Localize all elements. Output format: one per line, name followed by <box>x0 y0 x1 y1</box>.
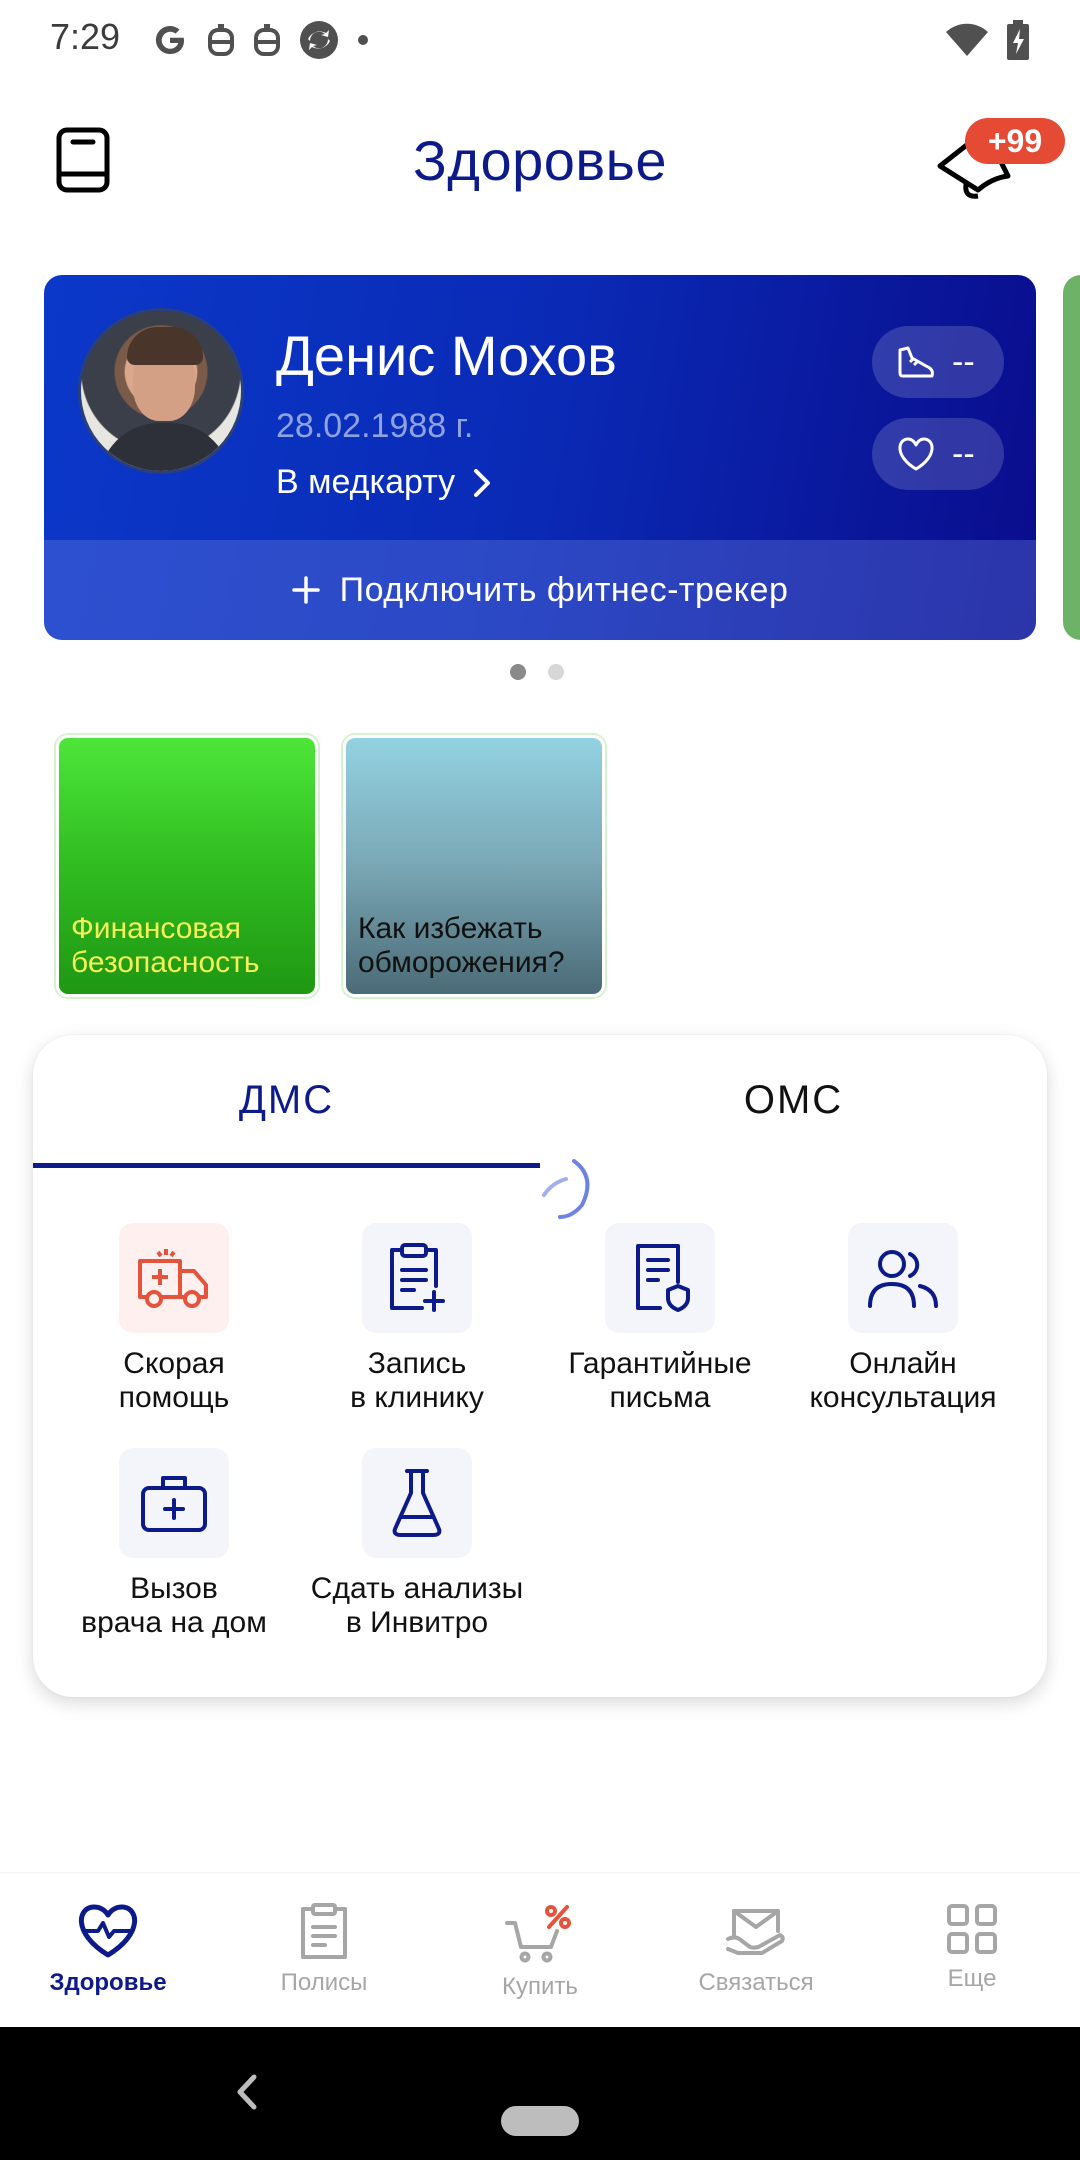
robot-icon <box>254 24 280 56</box>
avatar-hair <box>127 327 203 365</box>
nav-label: Здоровье <box>49 1969 167 1996</box>
avatar-body <box>99 423 231 471</box>
story-card-finance[interactable]: Финансовая безопасность <box>56 735 318 997</box>
robot-icon <box>208 24 234 56</box>
active-tab-indicator <box>33 1163 540 1168</box>
nav-health[interactable]: Здоровье <box>0 1873 216 2028</box>
flask-icon <box>392 1469 442 1537</box>
nav-contact[interactable]: Связаться <box>648 1873 864 2028</box>
service-home-doctor[interactable]: Вызов врача на дом <box>54 1448 294 1640</box>
medcard-link[interactable]: В медкарту <box>276 463 491 502</box>
status-notification-icons <box>150 16 370 64</box>
medical-bag-icon <box>141 1476 207 1532</box>
back-icon[interactable] <box>226 2067 266 2117</box>
service-icon-tile <box>119 1223 229 1333</box>
nav-policies[interactable]: Полисы <box>216 1873 432 2028</box>
user-birth-date: 28.02.1988 г. <box>276 407 474 445</box>
document-shield-icon <box>636 1244 690 1312</box>
plus-icon <box>291 576 320 604</box>
notification-badge: +99 <box>965 118 1065 164</box>
service-invitro-tests[interactable]: Сдать анализы в Инвитро <box>297 1448 537 1640</box>
nav-label: Еще <box>947 1965 997 1992</box>
google-icon <box>155 26 184 55</box>
service-icon-tile <box>119 1448 229 1558</box>
system-nav-bar <box>0 2027 1080 2160</box>
ambulance-icon <box>138 1249 208 1308</box>
grid-icon <box>947 1904 997 1954</box>
next-card-peek[interactable] <box>1063 275 1080 640</box>
status-system-icons <box>946 16 1030 64</box>
service-icon-tile <box>605 1223 715 1333</box>
heart-pulse-icon <box>79 1904 137 1958</box>
tab-dms[interactable]: ДМС <box>33 1035 540 1165</box>
service-label: Гарантийные письма <box>568 1347 752 1414</box>
dot-icon <box>358 35 368 45</box>
cart-percent-icon <box>505 1905 571 1963</box>
heart-value: -- <box>952 434 975 473</box>
users-icon <box>868 1250 938 1308</box>
profile-card[interactable]: Денис Мохов 28.02.1988 г. В медкарту -- … <box>44 275 1036 640</box>
service-icon-tile <box>362 1223 472 1333</box>
card-pager <box>510 664 564 680</box>
clipboard-icon <box>301 1903 347 1959</box>
shoe-icon <box>898 346 934 378</box>
loading-spinner-icon <box>542 1159 590 1219</box>
service-label: Сдать анализы в Инвитро <box>310 1572 524 1639</box>
heart-icon <box>898 437 934 471</box>
heart-metric[interactable]: -- <box>872 418 1004 490</box>
chevron-right-icon <box>474 468 491 497</box>
nav-label: Полисы <box>280 1969 368 1996</box>
mail-hand-icon <box>726 1909 785 1955</box>
service-guarantee-letters[interactable]: Гарантийные письма <box>540 1223 780 1415</box>
bottom-nav: Здоровье Полисы Купить Связаться Еще <box>0 1872 1080 2027</box>
services-panel: ДМС ОМС Скорая помощь Запись в клинику Г… <box>33 1035 1047 1697</box>
pager-dot <box>510 664 526 680</box>
page-title: Здоровье <box>412 129 667 192</box>
service-label: Запись в клинику <box>350 1347 484 1414</box>
service-icon-tile <box>848 1223 958 1333</box>
status-bar: 7:29 <box>0 0 1080 80</box>
connect-tracker-button[interactable]: Подключить фитнес-трекер <box>44 540 1036 640</box>
nav-more[interactable]: Еще <box>864 1873 1080 2028</box>
nav-label: Связаться <box>698 1969 814 1996</box>
steps-value: -- <box>952 342 975 381</box>
pager-dot <box>548 664 564 680</box>
tab-oms[interactable]: ОМС <box>540 1035 1047 1165</box>
story-label: Как избежать обморожения? <box>358 912 565 979</box>
clipboard-plus-icon <box>390 1243 445 1312</box>
connect-tracker-label: Подключить фитнес-трекер <box>339 570 789 609</box>
story-card-frostbite[interactable]: Как избежать обморожения? <box>343 735 605 997</box>
user-name: Денис Мохов <box>276 324 617 387</box>
service-online-consultation[interactable]: Онлайн консультация <box>783 1223 1023 1415</box>
service-clinic-appointment[interactable]: Запись в клинику <box>297 1223 537 1415</box>
app-header: Здоровье +99 <box>0 100 1080 220</box>
steps-metric[interactable]: -- <box>872 326 1004 398</box>
story-label: Финансовая безопасность <box>71 912 260 979</box>
wifi-icon <box>946 23 988 56</box>
nav-label: Купить <box>502 1973 578 2000</box>
service-label: Скорая помощь <box>118 1347 230 1414</box>
service-label: Вызов врача на дом <box>81 1572 267 1639</box>
status-time: 7:29 <box>50 16 121 57</box>
medcard-link-label: В медкарту <box>276 463 456 501</box>
battery-charging-icon <box>1007 20 1029 60</box>
avatar <box>78 308 244 474</box>
service-label: Онлайн консультация <box>809 1347 997 1414</box>
service-icon-tile <box>362 1448 472 1558</box>
service-ambulance[interactable]: Скорая помощь <box>54 1223 294 1415</box>
circle-arrows-icon <box>300 21 338 59</box>
home-button[interactable] <box>501 2106 579 2136</box>
nav-buy[interactable]: Купить <box>432 1873 648 2028</box>
